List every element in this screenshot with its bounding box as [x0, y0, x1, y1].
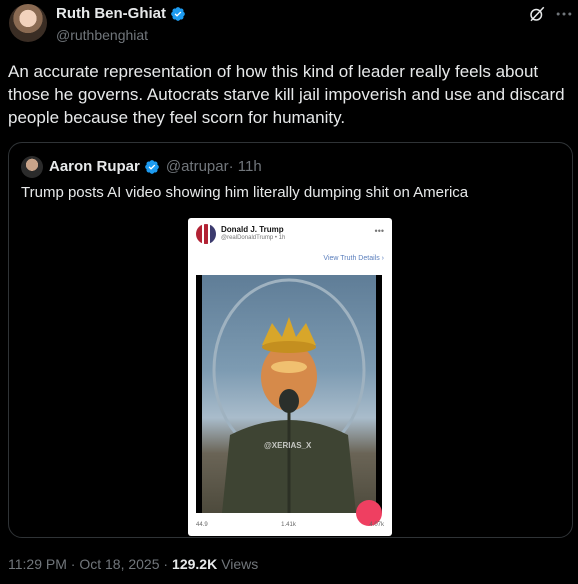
more-options-icon[interactable]	[554, 4, 574, 24]
media-stats: 44.9 1.41k 4.07k	[196, 522, 384, 528]
media-like-count: 4.07k	[369, 522, 384, 528]
tweet-footer: 11:29 PM · Oct 18, 2025 · 129.2K Views	[8, 556, 258, 572]
grok-icon[interactable]	[528, 5, 546, 23]
quote-author-avatar[interactable]	[21, 156, 43, 178]
author-display-name[interactable]: Ruth Ben-Ghiat	[56, 5, 166, 22]
quote-media-screenshot[interactable]: Donald J. Trump @realDonaldTrump • 1h ••…	[188, 218, 392, 536]
quote-handle[interactable]: @atrupar	[166, 158, 229, 175]
verified-badge-icon	[171, 6, 185, 21]
quote-time[interactable]: · 11h	[229, 158, 262, 175]
verified-badge-icon	[145, 159, 159, 174]
tweet-text: An accurate representation of how this k…	[8, 62, 565, 127]
quoted-tweet[interactable]: Aaron Rupar @atrupar · 11h Trump posts A…	[8, 142, 573, 538]
quote-name-row: Aaron Rupar @atrupar · 11h	[49, 158, 262, 175]
media-retruth-count: 1.41k	[281, 522, 296, 528]
video-frame-image: @XERIAS_X	[202, 275, 376, 513]
quote-display-name[interactable]: Aaron Rupar	[49, 158, 140, 175]
quote-text: Trump posts AI video showing him literal…	[21, 184, 469, 201]
views-label: Views	[221, 556, 259, 572]
media-more-icon: •••	[374, 226, 384, 236]
video-watermark: @XERIAS_X	[264, 441, 312, 450]
media-poster-name: Donald J. Trump	[221, 225, 284, 234]
media-video: @XERIAS_X	[196, 275, 382, 513]
author-avatar[interactable]	[9, 4, 47, 42]
media-reply-count: 44.9	[196, 522, 208, 528]
media-view-details-link: View Truth Details ›	[323, 255, 384, 262]
media-poster-handle: @realDonaldTrump • 1h	[221, 235, 286, 241]
pilot-illustration	[212, 278, 366, 513]
media-poster-avatar	[196, 224, 216, 244]
views-count: 129.2K	[172, 556, 218, 572]
author-handle[interactable]: @ruthbenghiat	[56, 27, 148, 43]
tweet-timestamp[interactable]: 11:29 PM · Oct 18, 2025 ·	[8, 556, 168, 572]
author-name-row: Ruth Ben-Ghiat	[56, 5, 186, 22]
